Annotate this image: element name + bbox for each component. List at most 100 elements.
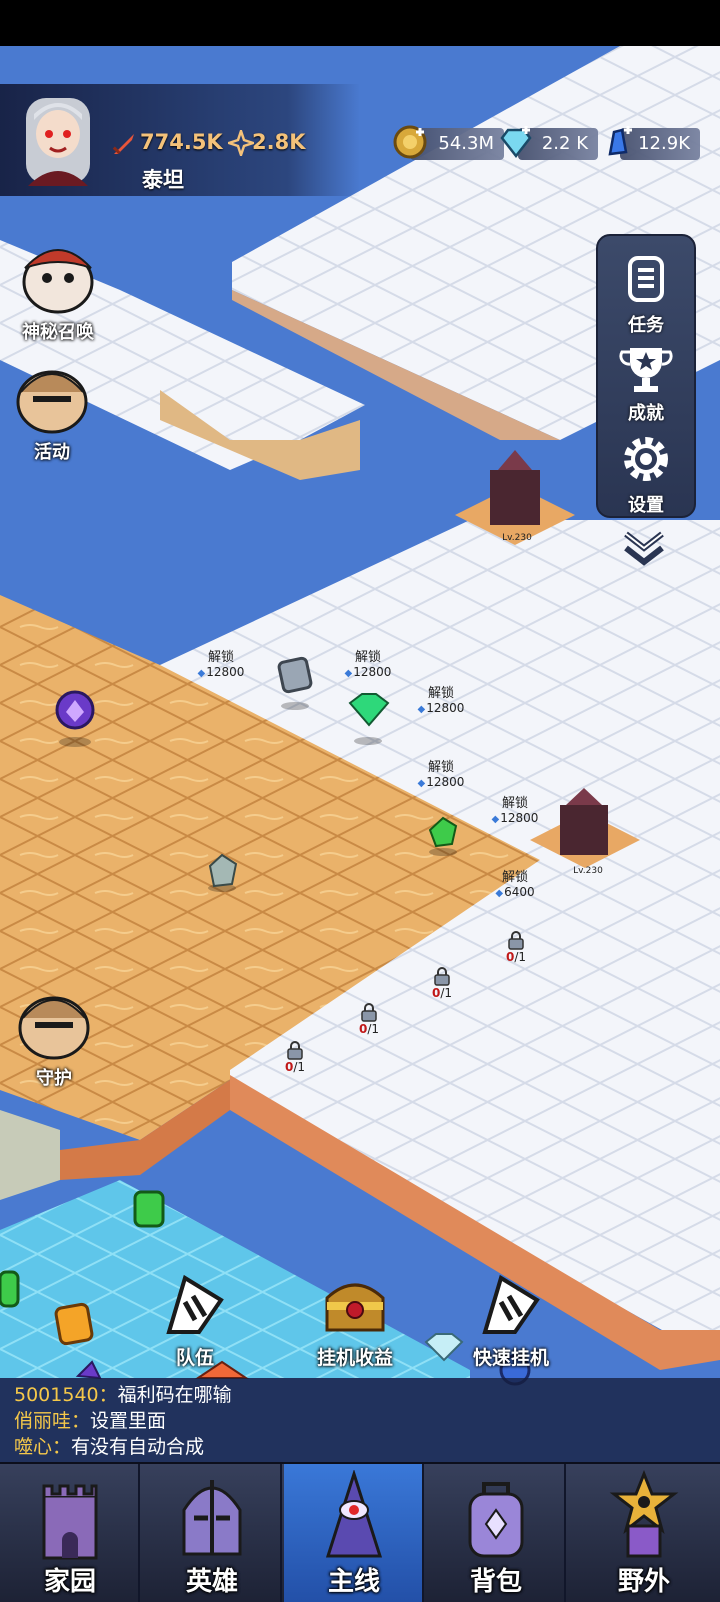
chat-message: 设置里面 (90, 1410, 167, 1432)
quest-button[interactable]: 任务 (598, 254, 694, 337)
collapse-chevron-icon[interactable] (620, 526, 668, 568)
unlock-tile[interactable]: 解锁 12800 (406, 756, 476, 789)
button-label: 设置 (628, 495, 664, 516)
unlock-cost: 12800 (480, 811, 550, 825)
unlock-cost: 12800 (186, 665, 256, 679)
event-button[interactable]: 活动 (2, 364, 102, 464)
player-panel[interactable]: 774.5K 2.8K 泰坦 (0, 84, 360, 196)
button-label: 快速挂机 (472, 1347, 549, 1369)
flag-icon (482, 1274, 540, 1334)
unlock-tile[interactable]: 解锁 6400 (480, 866, 550, 899)
unlock-label: 解锁 (427, 686, 454, 701)
tab-backpack[interactable]: 背包 (426, 1464, 566, 1602)
chat-message: 有没有自动合成 (71, 1436, 205, 1458)
event-icon (16, 370, 88, 434)
avatar[interactable] (8, 90, 104, 190)
tab-home[interactable]: 家园 (0, 1464, 140, 1602)
button-label: 任务 (628, 315, 664, 336)
summon-icon (22, 249, 94, 314)
treasure-chest-icon (325, 1283, 385, 1332)
chat-user: 5001540： (14, 1384, 118, 1406)
wild-star-icon (609, 1470, 679, 1558)
crystal-shard-icon (608, 126, 632, 156)
mystic-summon-button[interactable]: 神秘召唤 (8, 238, 108, 344)
unlock-tile[interactable]: 解锁 12800 (186, 646, 256, 679)
tab-label: 野外 (617, 1567, 670, 1597)
player-name: 泰坦 (142, 168, 184, 192)
unlock-tile[interactable]: 解锁 12800 (480, 792, 550, 825)
unlock-label: 解锁 (354, 650, 381, 665)
locked-tile[interactable]: 0/1 (344, 1002, 394, 1036)
top-bar: 774.5K 2.8K 泰坦 54.3M 2.2 K 12.9K (0, 84, 720, 196)
backpack-icon (468, 1482, 524, 1558)
unlock-label: 解锁 (427, 760, 454, 775)
lock-total: /1 (367, 1022, 380, 1036)
diamond-icon (500, 126, 532, 159)
quest-scroll-icon (628, 256, 664, 302)
button-label: 挂机收益 (316, 1347, 393, 1369)
star-compass-icon (228, 130, 254, 156)
gear-icon (624, 437, 668, 481)
eye-tower-icon (325, 1470, 383, 1558)
button-label: 成就 (628, 403, 664, 424)
unlock-cost: 12800 (406, 701, 476, 715)
chat-user: 噬心： (14, 1436, 72, 1458)
unlock-cost: 12800 (406, 775, 476, 789)
unlock-cost: 6400 (480, 885, 550, 899)
lock-total: /1 (514, 950, 527, 964)
chat-line: 噬心：有没有自动合成 (14, 1434, 720, 1460)
unlock-label: 解锁 (501, 796, 528, 811)
button-label: 神秘召唤 (22, 322, 94, 343)
chat-message: 福利码在哪输 (117, 1384, 232, 1406)
locked-tile[interactable]: 0/1 (270, 1040, 320, 1074)
svg-text:Lv.230: Lv.230 (502, 533, 532, 543)
green-rune-icon[interactable] (133, 1190, 165, 1228)
padlock-icon (287, 1041, 303, 1060)
status-bar (0, 0, 720, 46)
unlock-label: 解锁 (501, 870, 528, 885)
castle-icon (42, 1484, 98, 1560)
chat-line: 俏丽哇：设置里面 (14, 1408, 720, 1434)
chat-user: 俏丽哇： (14, 1410, 91, 1432)
chat-box[interactable]: 5001540：福利码在哪输 俏丽哇：设置里面 噬心：有没有自动合成 (0, 1378, 720, 1462)
quick-idle-button[interactable]: 快速挂机 (456, 1272, 566, 1370)
locked-tile[interactable]: 0/1 (417, 966, 467, 1000)
lock-total: /1 (440, 986, 453, 1000)
orange-rune-icon[interactable] (54, 1302, 94, 1346)
padlock-icon (508, 931, 524, 950)
secondary-value: 2.8K (252, 130, 306, 154)
padlock-icon (434, 967, 450, 986)
trophy-icon (619, 348, 673, 392)
unlock-tile[interactable]: 解锁 12800 (406, 682, 476, 715)
button-label: 守护 (36, 1068, 72, 1089)
button-label: 活动 (34, 442, 70, 463)
team-button[interactable]: 队伍 (140, 1272, 250, 1370)
idle-rewards-button[interactable]: 挂机收益 (300, 1272, 410, 1370)
tab-label: 背包 (469, 1567, 522, 1597)
achievement-button[interactable]: 成就 (598, 344, 694, 425)
chat-line: 5001540：福利码在哪输 (14, 1382, 720, 1408)
unlock-tile[interactable]: 解锁 12800 (333, 646, 403, 679)
bottom-nav: 家园 英雄 主线 背包 野外 (0, 1462, 720, 1602)
tab-label: 家园 (43, 1567, 96, 1597)
green-rune-icon[interactable] (0, 1270, 20, 1308)
gold-coin-icon (393, 125, 427, 159)
tab-label: 英雄 (185, 1567, 238, 1597)
settings-button[interactable]: 设置 (598, 432, 694, 517)
padlock-icon (361, 1003, 377, 1022)
helmet-icon (182, 1480, 242, 1556)
tab-heroes[interactable]: 英雄 (142, 1464, 282, 1602)
locked-tile[interactable]: 0/1 (491, 930, 541, 964)
svg-text:Lv.230: Lv.230 (573, 866, 603, 876)
unlock-cost: 12800 (333, 665, 403, 679)
flag-icon (166, 1274, 224, 1334)
lock-total: /1 (293, 1060, 306, 1074)
side-menu-panel: 任务 成就 设置 (596, 234, 696, 518)
tab-main-quest[interactable]: 主线 (284, 1464, 424, 1602)
tab-wild[interactable]: 野外 (568, 1464, 720, 1602)
power-value: 774.5K (140, 130, 223, 154)
guard-icon (18, 996, 90, 1060)
guard-button[interactable]: 守护 (4, 990, 104, 1090)
unlock-label: 解锁 (207, 650, 234, 665)
button-label: 队伍 (175, 1347, 214, 1369)
